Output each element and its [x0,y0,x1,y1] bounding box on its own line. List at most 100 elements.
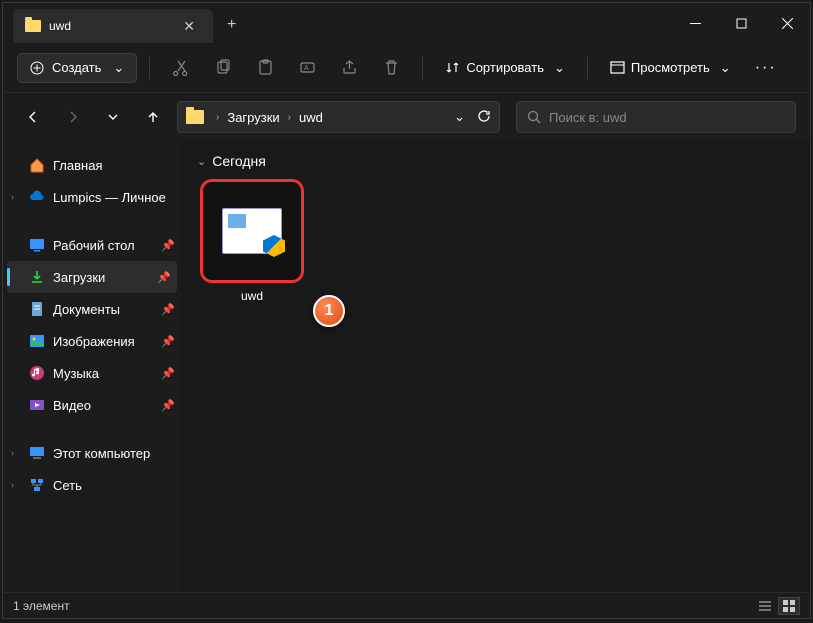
sidebar-item-videos[interactable]: Видео 📌 [3,389,181,421]
sidebar-label: Сеть [53,478,82,493]
chevron-right-icon: › [282,112,297,123]
sidebar-label: Главная [53,158,102,173]
computer-icon [29,445,45,461]
chevron-right-icon[interactable]: › [11,192,14,202]
breadcrumb-item[interactable]: Загрузки [227,110,279,125]
sidebar: Главная › Lumpics — Личное Рабочий стол … [3,141,181,592]
paste-button[interactable] [246,50,284,86]
sidebar-item-desktop[interactable]: Рабочий стол 📌 [3,229,181,261]
separator [422,57,423,79]
new-tab-button[interactable]: + [213,16,250,34]
group-header[interactable]: ⌄ Сегодня [197,153,794,169]
view-icon [610,60,625,75]
videos-icon [29,397,45,413]
sort-button[interactable]: Сортировать ⌄ [435,54,575,82]
plus-circle-icon [30,61,44,75]
chevron-right-icon[interactable]: › [11,448,14,458]
sort-icon [445,60,460,75]
chevron-down-icon: ⌄ [720,60,731,76]
search-placeholder: Поиск в: uwd [549,110,627,125]
cloud-icon [29,189,45,205]
back-button[interactable] [17,101,49,133]
titlebar: uwd ✕ + [3,3,810,43]
exe-icon [222,208,282,254]
minimize-button[interactable] [672,3,718,43]
sidebar-label: Видео [53,398,91,413]
sidebar-label: Документы [53,302,120,317]
pin-icon: 📌 [161,239,175,252]
sidebar-item-home[interactable]: Главная [3,149,181,181]
sidebar-item-personal[interactable]: › Lumpics — Личное [3,181,181,213]
create-button[interactable]: Создать ⌄ [17,53,137,83]
folder-icon [186,110,204,124]
sidebar-label: Lumpics — Личное [53,190,166,205]
up-button[interactable] [137,101,169,133]
chevron-right-icon[interactable]: › [11,480,14,490]
copy-button[interactable] [204,50,242,86]
more-button[interactable]: ··· [745,53,787,83]
body: Главная › Lumpics — Личное Рабочий стол … [3,141,810,592]
search-input[interactable]: Поиск в: uwd [516,101,796,133]
sidebar-label: Рабочий стол [53,238,135,253]
forward-button[interactable] [57,101,89,133]
svg-text:A: A [304,65,309,72]
sidebar-label: Музыка [53,366,99,381]
recent-button[interactable] [97,101,129,133]
folder-icon [25,20,41,32]
sidebar-label: Изображения [53,334,135,349]
home-icon [29,157,45,173]
chevron-down-icon: ⌄ [113,60,124,76]
window-controls [672,3,810,43]
sidebar-item-thispc[interactable]: › Этот компьютер [3,437,181,469]
explorer-window: uwd ✕ + Создать ⌄ A Сортировать ⌄ [2,2,811,619]
file-name: uwd [241,289,263,303]
pin-icon: 📌 [161,399,175,412]
search-icon [527,110,541,124]
sidebar-item-network[interactable]: › Сеть [3,469,181,501]
sidebar-item-pictures[interactable]: Изображения 📌 [3,325,181,357]
group-label: Сегодня [212,153,266,169]
share-button[interactable] [330,50,368,86]
sort-label: Сортировать [466,60,544,75]
breadcrumb[interactable]: › Загрузки › uwd ⌄ [177,101,500,133]
sidebar-item-downloads[interactable]: Загрузки 📌 [7,261,177,293]
chevron-right-icon: › [210,112,225,123]
delete-button[interactable] [372,50,410,86]
pin-icon: 📌 [161,335,175,348]
refresh-button[interactable] [477,109,491,126]
create-label: Создать [52,60,101,75]
statusbar: 1 элемент [3,592,810,618]
close-tab-icon[interactable]: ✕ [177,16,201,37]
tab-current[interactable]: uwd ✕ [13,9,213,43]
view-button[interactable]: Просмотреть ⌄ [600,54,741,82]
rename-button[interactable]: A [288,50,326,86]
breadcrumb-item[interactable]: uwd [299,110,323,125]
close-button[interactable] [764,3,810,43]
chevron-down-icon: ⌄ [554,60,565,76]
pin-icon: 📌 [157,271,171,284]
sidebar-item-music[interactable]: Музыка 📌 [3,357,181,389]
chevron-down-icon: ⌄ [197,155,206,168]
annotation-callout: 1 [313,295,345,327]
file-thumbnail [200,179,304,283]
cut-button[interactable] [162,50,200,86]
pin-icon: 📌 [161,303,175,316]
sidebar-item-documents[interactable]: Документы 📌 [3,293,181,325]
network-icon [29,477,45,493]
view-toggles [754,597,800,615]
documents-icon [29,301,45,317]
pictures-icon [29,333,45,349]
desktop-icon [29,237,45,253]
separator [587,57,588,79]
history-chevron-icon[interactable]: ⌄ [454,109,465,125]
file-item[interactable]: uwd 1 [197,179,307,303]
tab-title: uwd [49,19,71,33]
toolbar: Создать ⌄ A Сортировать ⌄ Просмотреть ⌄ … [3,43,810,93]
details-view-button[interactable] [754,597,776,615]
navbar: › Загрузки › uwd ⌄ Поиск в: uwd [3,93,810,141]
maximize-button[interactable] [718,3,764,43]
music-icon [29,365,45,381]
content-area[interactable]: ⌄ Сегодня uwd 1 [181,141,810,592]
icons-view-button[interactable] [778,597,800,615]
item-count: 1 элемент [13,599,70,613]
